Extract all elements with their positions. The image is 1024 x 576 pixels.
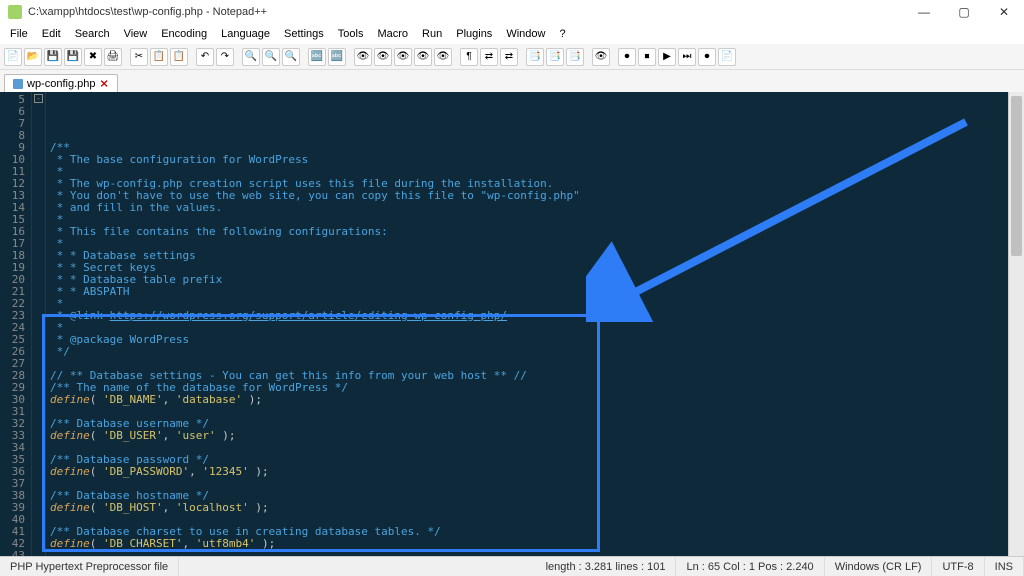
toolbar-button[interactable]: 💾 — [44, 48, 62, 66]
maximize-button[interactable]: ▢ — [944, 0, 984, 24]
fold-margin[interactable]: - — [32, 92, 46, 556]
line-number-gutter: 5678910111213141516171819202122232425262… — [0, 92, 32, 556]
toolbar-button[interactable]: 👁 — [414, 48, 432, 66]
toolbar-button[interactable]: 💾 — [64, 48, 82, 66]
status-insert-mode: INS — [985, 557, 1024, 576]
minimize-button[interactable]: — — [904, 0, 944, 24]
toolbar-button[interactable]: 👁 — [394, 48, 412, 66]
menu-edit[interactable]: Edit — [36, 26, 67, 42]
toolbar-button[interactable]: 👁 — [434, 48, 452, 66]
editor[interactable]: 5678910111213141516171819202122232425262… — [0, 92, 1024, 556]
code-line[interactable]: * @package WordPress — [50, 334, 1008, 346]
code-line[interactable]: * and fill in the values. — [50, 202, 1008, 214]
toolbar-button[interactable]: ¶ — [460, 48, 478, 66]
toolbar-button[interactable]: ✂ — [130, 48, 148, 66]
menu-encoding[interactable]: Encoding — [155, 26, 213, 42]
toolbar-button[interactable]: ↶ — [196, 48, 214, 66]
toolbar-button[interactable]: 📋 — [150, 48, 168, 66]
toolbar-button[interactable]: 📂 — [24, 48, 42, 66]
code-line[interactable] — [50, 550, 1008, 556]
toolbar-button[interactable]: 🔤 — [308, 48, 326, 66]
toolbar-button[interactable]: ✖ — [84, 48, 102, 66]
toolbar-button[interactable]: ⇄ — [500, 48, 518, 66]
code-line[interactable]: * This file contains the following confi… — [50, 226, 1008, 238]
status-bar: PHP Hypertext Preprocessor file length :… — [0, 556, 1024, 576]
toolbar-button[interactable]: 📑 — [566, 48, 584, 66]
menu-help[interactable]: ? — [553, 26, 571, 42]
code-line[interactable]: * * Database table prefix — [50, 274, 1008, 286]
title-bar: C:\xampp\htdocs\test\wp-config.php - Not… — [0, 0, 1024, 24]
toolbar: 📄📂💾💾✖🖨✂📋📋↶↷🔍🔍🔍🔤🔤👁👁👁👁👁¶⇄⇄📑📑📑👁⏺⏹▶⏭⏺📄 — [0, 44, 1024, 70]
toolbar-button[interactable]: 👁 — [354, 48, 372, 66]
toolbar-button[interactable]: ⇄ — [480, 48, 498, 66]
tab-strip: wp-config.php ⨯ — [0, 70, 1024, 92]
status-eol: Windows (CR LF) — [825, 557, 933, 576]
toolbar-button[interactable]: 👁 — [374, 48, 392, 66]
menu-macro[interactable]: Macro — [371, 26, 414, 42]
close-button[interactable]: ✕ — [984, 0, 1024, 24]
toolbar-button[interactable]: ⏺ — [618, 48, 636, 66]
toolbar-button[interactable]: 🔤 — [328, 48, 346, 66]
toolbar-button[interactable]: 📑 — [546, 48, 564, 66]
code-line[interactable]: * — [50, 322, 1008, 334]
toolbar-button[interactable]: 📄 — [4, 48, 22, 66]
code-line[interactable]: define( 'DB_PASSWORD', '12345' ); — [50, 466, 1008, 478]
tab-label: wp-config.php — [27, 78, 96, 90]
code-line[interactable]: define( 'DB_NAME', 'database' ); — [50, 394, 1008, 406]
menu-view[interactable]: View — [118, 26, 154, 42]
code-line[interactable]: * The base configuration for WordPress — [50, 154, 1008, 166]
toolbar-button[interactable]: 🖨 — [104, 48, 122, 66]
toolbar-button[interactable]: 🔍 — [262, 48, 280, 66]
file-icon — [13, 79, 23, 89]
menu-bar: File Edit Search View Encoding Language … — [0, 24, 1024, 44]
code-line[interactable]: define( 'DB_USER', 'user' ); — [50, 430, 1008, 442]
toolbar-button[interactable]: ⏹ — [638, 48, 656, 66]
toolbar-button[interactable]: 📋 — [170, 48, 188, 66]
menu-language[interactable]: Language — [215, 26, 276, 42]
toolbar-button[interactable]: 📑 — [526, 48, 544, 66]
menu-run[interactable]: Run — [416, 26, 448, 42]
window-title: C:\xampp\htdocs\test\wp-config.php - Not… — [28, 6, 267, 18]
toolbar-button[interactable]: ▶ — [658, 48, 676, 66]
toolbar-button[interactable]: 🔍 — [242, 48, 260, 66]
status-length: length : 3.281 lines : 101 — [536, 557, 677, 576]
code-line[interactable]: define( 'DB_CHARSET', 'utf8mb4' ); — [50, 538, 1008, 550]
menu-window[interactable]: Window — [500, 26, 551, 42]
status-encoding: UTF-8 — [932, 557, 984, 576]
code-line[interactable]: * * Database settings — [50, 250, 1008, 262]
scrollbar-thumb[interactable] — [1011, 96, 1022, 256]
menu-tools[interactable]: Tools — [332, 26, 370, 42]
code-line[interactable]: define( 'DB_HOST', 'localhost' ); — [50, 502, 1008, 514]
menu-search[interactable]: Search — [69, 26, 116, 42]
toolbar-button[interactable]: ⏭ — [678, 48, 696, 66]
code-line[interactable]: * @link https://wordpress.org/support/ar… — [50, 310, 1008, 322]
status-language: PHP Hypertext Preprocessor file — [0, 557, 179, 576]
menu-settings[interactable]: Settings — [278, 26, 330, 42]
toolbar-button[interactable]: 📄 — [718, 48, 736, 66]
status-position: Ln : 65 Col : 1 Pos : 2.240 — [676, 557, 824, 576]
code-line[interactable]: */ — [50, 346, 1008, 358]
toolbar-button[interactable]: ↷ — [216, 48, 234, 66]
toolbar-button[interactable]: 🔍 — [282, 48, 300, 66]
toolbar-button[interactable]: ⏺ — [698, 48, 716, 66]
menu-plugins[interactable]: Plugins — [450, 26, 498, 42]
code-line[interactable]: * * ABSPATH — [50, 286, 1008, 298]
tab-close-icon[interactable]: ⨯ — [100, 77, 109, 90]
toolbar-button[interactable]: 👁 — [592, 48, 610, 66]
app-icon — [8, 5, 22, 19]
vertical-scrollbar[interactable] — [1008, 92, 1024, 556]
menu-file[interactable]: File — [4, 26, 34, 42]
code-area[interactable]: /** * The base configuration for WordPre… — [46, 92, 1008, 556]
fold-box-icon[interactable]: - — [34, 94, 43, 103]
tab-wp-config[interactable]: wp-config.php ⨯ — [4, 74, 118, 92]
